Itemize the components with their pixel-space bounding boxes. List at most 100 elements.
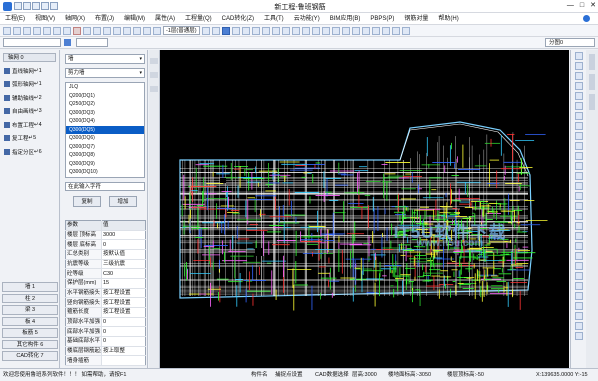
component-list-item[interactable]: JLQ — [66, 83, 144, 92]
right-tool-icon[interactable] — [575, 72, 583, 80]
copy-icon[interactable] — [53, 26, 61, 35]
right-tool-icon[interactable] — [575, 302, 583, 310]
right-tool-icon[interactable] — [575, 322, 583, 330]
property-row[interactable]: 顶部水平加强 0 — [65, 317, 146, 328]
3d-view-icon[interactable] — [153, 26, 161, 35]
property-value[interactable]: 0 — [101, 336, 146, 347]
right-tool-icon[interactable] — [575, 192, 583, 200]
close-button[interactable]: ✕ — [590, 1, 596, 11]
nav-item-zone[interactable]: 指定分区 ↵6 — [0, 145, 59, 159]
settings-icon[interactable] — [401, 26, 410, 35]
component-list-item[interactable]: Q300(DQ3) — [66, 109, 144, 118]
menu-cloud[interactable]: 云功能(Y) — [289, 13, 325, 25]
component-list-item[interactable]: Q300(DQ5) — [66, 125, 144, 134]
component-subtype-select[interactable]: 剪力墙 — [65, 68, 145, 78]
property-row[interactable]: 参数值 — [65, 220, 146, 231]
menu-help[interactable]: 帮助(H) — [433, 13, 463, 25]
right-tool-icon[interactable] — [575, 142, 583, 150]
nav-item-copy-project[interactable]: 复工程 ↵5 — [0, 132, 59, 146]
menu-project[interactable]: 工程(E) — [0, 13, 30, 25]
drawing-canvas[interactable]: IT5U软件下载 www.it5u.com — [160, 50, 569, 368]
property-row[interactable]: 水平钢筋接头 按工程设置 — [65, 288, 146, 299]
save-icon[interactable] — [23, 26, 31, 35]
side-tab[interactable] — [589, 54, 595, 70]
floor-select[interactable]: -1层(普通层) — [163, 26, 200, 35]
sub-drawing-select[interactable]: 分图0 — [545, 38, 595, 47]
property-value[interactable]: 按默认值 — [101, 249, 146, 260]
undo-icon[interactable] — [83, 26, 91, 35]
mirror-icon[interactable] — [251, 26, 260, 35]
right-tool-icon[interactable] — [575, 52, 583, 60]
property-value[interactable]: 按工程设置 — [101, 307, 146, 318]
redo-icon[interactable] — [50, 2, 58, 10]
right-tool-icon[interactable] — [575, 112, 583, 120]
right-tool-icon[interactable] — [575, 282, 583, 290]
property-value[interactable]: 按工程设置 — [101, 288, 146, 299]
maximize-button[interactable]: □ — [580, 1, 584, 11]
property-row[interactable]: 楼底层钢筋起步按上取整 — [65, 346, 146, 357]
menu-axis[interactable]: 轴网(X) — [60, 13, 90, 25]
save-icon[interactable] — [32, 2, 40, 10]
right-tool-icon[interactable] — [575, 152, 583, 160]
right-tool-icon[interactable] — [575, 232, 583, 240]
property-value[interactable]: 0 — [101, 326, 146, 337]
side-tab[interactable] — [589, 94, 595, 110]
move-icon[interactable] — [231, 26, 240, 35]
component-list-item[interactable]: Q300(DQ10) — [66, 168, 144, 177]
menu-rebar-compare[interactable]: 钢筋对量 — [399, 13, 433, 25]
right-tool-icon[interactable] — [575, 292, 583, 300]
break-icon[interactable] — [301, 26, 310, 35]
category-column[interactable]: 柱 2 — [2, 293, 58, 303]
right-tool-icon[interactable] — [575, 162, 583, 170]
nav-item-arc-axis[interactable]: 弧形轴网 ↵1 — [0, 78, 59, 92]
fit-view-icon[interactable] — [143, 26, 151, 35]
print-icon[interactable] — [33, 26, 41, 35]
property-value[interactable]: 3000 — [101, 230, 146, 241]
paste-icon[interactable] — [63, 26, 71, 35]
property-row[interactable]: 抗震等级 三级抗震 — [65, 259, 146, 270]
property-value[interactable]: 0 — [101, 239, 146, 250]
component-search-input[interactable]: 在此输入字符 — [65, 182, 145, 191]
property-row[interactable]: 竖向钢筋接头 按工程设置 — [65, 297, 146, 308]
right-tool-icon[interactable] — [575, 182, 583, 190]
menu-layout[interactable]: 布置(J) — [90, 13, 119, 25]
axis-category-header[interactable]: 轴网 0 — [3, 53, 56, 62]
view-select[interactable] — [76, 38, 108, 47]
property-value[interactable]: C30 — [101, 268, 146, 279]
right-tool-icon[interactable] — [575, 82, 583, 90]
right-tool-icon[interactable] — [575, 102, 583, 110]
check-icon[interactable] — [351, 26, 360, 35]
property-row[interactable]: 墙身插筋 — [65, 355, 146, 366]
help-icon[interactable] — [583, 15, 590, 22]
component-list-item[interactable]: Q200(DQ1) — [66, 92, 144, 101]
category-beam[interactable]: 梁 3 — [2, 305, 58, 315]
right-tool-icon[interactable] — [575, 172, 583, 180]
menu-cad-convert[interactable]: CAD转化(Z) — [217, 13, 259, 25]
right-tool-icon[interactable] — [575, 242, 583, 250]
category-cad-convert[interactable]: CAD转化 7 — [2, 351, 58, 361]
property-row[interactable]: 汇总类别 按默认值 — [65, 249, 146, 260]
array-icon[interactable] — [261, 26, 270, 35]
menu-pbps[interactable]: PBPS(P) — [365, 13, 399, 25]
undo-icon[interactable] — [41, 2, 49, 10]
new-file-icon[interactable] — [14, 2, 22, 10]
nav-item-free-line[interactable]: 自由画线 ↵3 — [0, 105, 59, 119]
new-icon[interactable] — [3, 26, 11, 35]
measure-icon[interactable] — [321, 26, 330, 35]
floor-down-icon[interactable] — [211, 26, 220, 35]
join-icon[interactable] — [311, 26, 320, 35]
component-list-item[interactable]: Q300(DQ7) — [66, 143, 144, 152]
property-value[interactable]: 0 — [101, 317, 146, 328]
properties-icon[interactable] — [391, 26, 400, 35]
offset-icon[interactable] — [271, 26, 280, 35]
nav-item-aux-axis[interactable]: 辅助轴线 ↵2 — [0, 91, 59, 105]
right-tool-icon[interactable] — [575, 222, 583, 230]
category-slab[interactable]: 板 4 — [2, 316, 58, 326]
filter-icon[interactable] — [381, 26, 390, 35]
nav-item-straight-axis[interactable]: 直线轴网 ↵1 — [0, 64, 59, 78]
right-tool-icon[interactable] — [575, 122, 583, 130]
component-list-item[interactable]: Q300(DQ4) — [66, 117, 144, 126]
property-value[interactable]: 值 — [101, 220, 146, 231]
component-type-select[interactable]: 墙 — [65, 54, 145, 64]
category-other[interactable]: 其它构件 6 — [2, 339, 58, 349]
